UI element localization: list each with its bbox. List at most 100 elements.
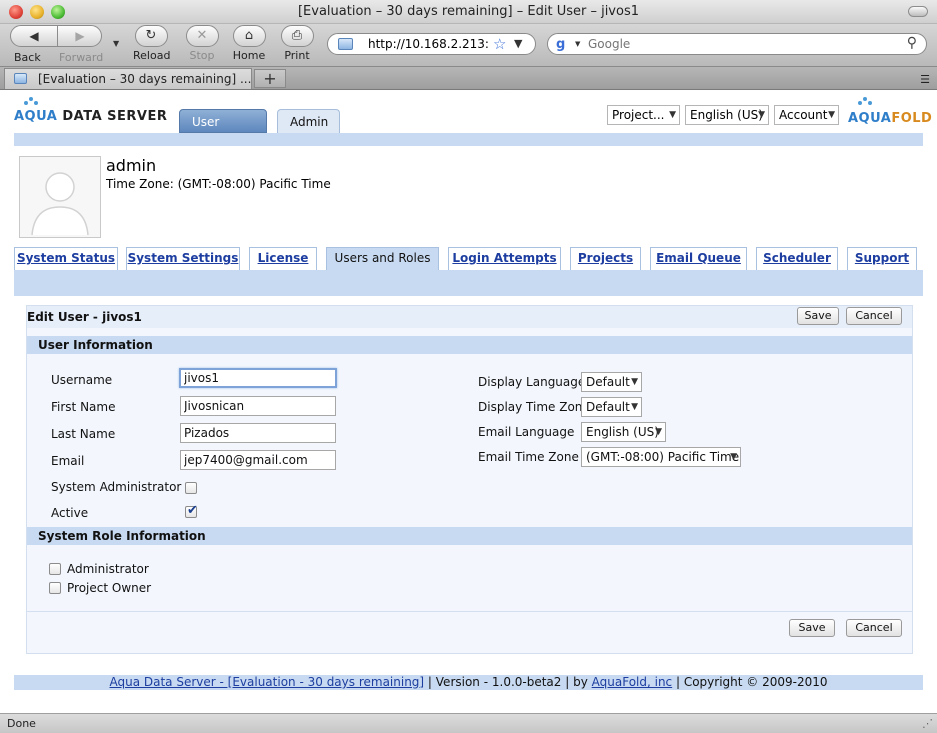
first-name-label: First Name xyxy=(51,400,116,414)
system-administrator-label: System Administrator xyxy=(51,480,182,494)
tab-email-queue[interactable]: Email Queue xyxy=(650,247,747,270)
tab-user-home[interactable]: User Home xyxy=(179,109,267,153)
search-icon[interactable]: ⚲ xyxy=(907,35,917,51)
save-button[interactable]: Save xyxy=(797,307,839,325)
header-strip xyxy=(14,133,923,146)
bookmark-star-icon[interactable]: ☆ xyxy=(493,35,506,53)
page-icon xyxy=(338,38,353,50)
google-icon[interactable]: g xyxy=(556,37,572,52)
save-button-bottom[interactable]: Save xyxy=(789,619,835,637)
chevron-down-icon: ▼ xyxy=(828,110,835,120)
logo-dots-icon xyxy=(858,97,872,107)
edit-user-title: Edit User - jivos1 xyxy=(27,310,142,324)
tab-users-and-roles[interactable]: Users and Roles xyxy=(326,247,439,270)
aqua-data-server-logo: AQUA DATA SERVER xyxy=(14,109,168,124)
window-titlebar: [Evaluation – 30 days remaining] – Edit … xyxy=(0,0,937,24)
active-label: Active xyxy=(51,506,89,520)
tab-scheduler[interactable]: Scheduler xyxy=(756,247,838,270)
footer: Aqua Data Server - [Evaluation - 30 days… xyxy=(14,675,923,690)
administrator-role-checkbox[interactable] xyxy=(49,563,61,575)
chevron-down-icon: ▼ xyxy=(669,110,676,120)
app-content: AQUA DATA SERVER User Home Admin Project… xyxy=(0,90,937,713)
home-button[interactable]: ⌂ Home xyxy=(230,24,268,62)
system-role-section: System Role Information xyxy=(27,527,912,545)
username-input[interactable] xyxy=(179,368,337,388)
tab-system-status[interactable]: System Status xyxy=(14,247,118,270)
logo-dots-icon xyxy=(24,97,38,107)
page-icon xyxy=(14,73,27,84)
home-icon: ⌂ xyxy=(232,25,266,47)
email-time-zone-label: Email Time Zone xyxy=(478,450,579,464)
address-bar[interactable]: http://10.168.2.213: ☆ ▼ xyxy=(327,33,536,55)
forward-button[interactable]: ▶ xyxy=(57,26,103,46)
back-arrow-icon: ◀ xyxy=(29,29,39,43)
stop-button[interactable]: ✕ Stop xyxy=(184,24,220,62)
tab-projects[interactable]: Projects xyxy=(570,247,641,270)
reload-button[interactable]: ↻ Reload xyxy=(133,24,170,62)
browser-tab[interactable]: [Evaluation – 30 days remaining] ... xyxy=(4,68,252,89)
last-name-input[interactable] xyxy=(180,423,336,443)
email-input[interactable] xyxy=(180,450,336,470)
back-button[interactable]: ◀ xyxy=(11,26,57,46)
address-url[interactable]: http://10.168.2.213: xyxy=(368,37,489,51)
username-label: Username xyxy=(51,373,113,387)
user-information-section: User Information xyxy=(27,336,912,354)
reload-icon: ↻ xyxy=(134,25,168,47)
new-tab-button[interactable]: + xyxy=(254,69,286,88)
cancel-button-bottom[interactable]: Cancel xyxy=(846,619,902,637)
display-language-select[interactable]: Default ▼ xyxy=(581,372,642,392)
email-time-zone-select[interactable]: (GMT:-08:00) Pacific Time ▼ xyxy=(581,447,741,467)
project-select[interactable]: Project... ▼ xyxy=(607,105,680,125)
account-select[interactable]: Account ▼ xyxy=(774,105,839,125)
system-administrator-checkbox[interactable] xyxy=(185,482,197,494)
chevron-down-icon: ▼ xyxy=(631,402,638,412)
checkmark-icon: ✔ xyxy=(187,503,198,518)
tab-admin[interactable]: Admin xyxy=(277,109,340,134)
edit-user-header: Edit User - jivos1 Save Cancel xyxy=(27,306,912,328)
avatar xyxy=(19,156,101,238)
email-language-select[interactable]: English (US) ▼ xyxy=(581,422,666,442)
language-select[interactable]: English (US) ▼ xyxy=(685,105,769,125)
user-silhouette-icon xyxy=(31,172,89,236)
print-button[interactable]: ⎙ Print xyxy=(280,24,314,62)
search-input[interactable] xyxy=(588,36,898,52)
first-name-input[interactable] xyxy=(180,396,336,416)
forward-arrow-icon: ▶ xyxy=(75,29,85,43)
chevron-down-icon: ▼ xyxy=(730,452,737,462)
tab-support[interactable]: Support xyxy=(847,247,917,270)
tab-license[interactable]: License xyxy=(249,247,317,270)
browser-tab-title: [Evaluation – 30 days remaining] ... xyxy=(38,72,252,86)
admin-tabs: System Status System Settings License Us… xyxy=(14,247,923,270)
footer-aquafold-link[interactable]: AquaFold, inc xyxy=(592,675,673,689)
footer-product-link[interactable]: Aqua Data Server - [Evaluation - 30 days… xyxy=(109,675,424,689)
printer-icon: ⎙ xyxy=(280,25,314,47)
administrator-role-label: Administrator xyxy=(67,562,149,576)
search-engine-dropdown-icon[interactable]: ▼ xyxy=(575,40,580,48)
history-dropdown-icon[interactable]: ▼ xyxy=(113,39,119,48)
status-text: Done xyxy=(7,717,36,730)
plus-icon: + xyxy=(263,69,277,88)
address-dropdown-icon[interactable]: ▼ xyxy=(514,37,522,50)
profile-username: admin xyxy=(106,156,157,175)
tab-login-attempts[interactable]: Login Attempts xyxy=(448,247,561,270)
tab-list-menu-icon[interactable]: ☰ xyxy=(920,73,930,86)
email-label: Email xyxy=(51,454,85,468)
edit-user-panel: Edit User - jivos1 Save Cancel User Info… xyxy=(26,305,913,654)
profile-timezone: Time Zone: (GMT:-08:00) Pacific Time xyxy=(106,177,331,191)
back-label: Back xyxy=(14,51,41,64)
forward-label: Forward xyxy=(59,51,104,64)
window-title: [Evaluation – 30 days remaining] – Edit … xyxy=(297,4,639,19)
display-language-label: Display Language xyxy=(478,375,586,389)
toolbar-toggle-button[interactable] xyxy=(908,6,928,17)
footer-copyright: | Copyright © 2009-2010 xyxy=(672,675,828,689)
back-forward-group: ◀ ▶ xyxy=(10,25,102,47)
tab-content-strip xyxy=(14,270,923,296)
search-bar[interactable]: g ▼ ⚲ xyxy=(547,33,927,55)
active-checkbox[interactable]: ✔ xyxy=(185,503,198,518)
email-language-label: Email Language xyxy=(478,425,575,439)
cancel-button[interactable]: Cancel xyxy=(846,307,902,325)
tab-system-settings[interactable]: System Settings xyxy=(126,247,240,270)
project-owner-role-checkbox[interactable] xyxy=(49,582,61,594)
display-time-zone-select[interactable]: Default ▼ xyxy=(581,397,642,417)
resize-grip-icon[interactable]: ⋰ xyxy=(922,717,933,730)
